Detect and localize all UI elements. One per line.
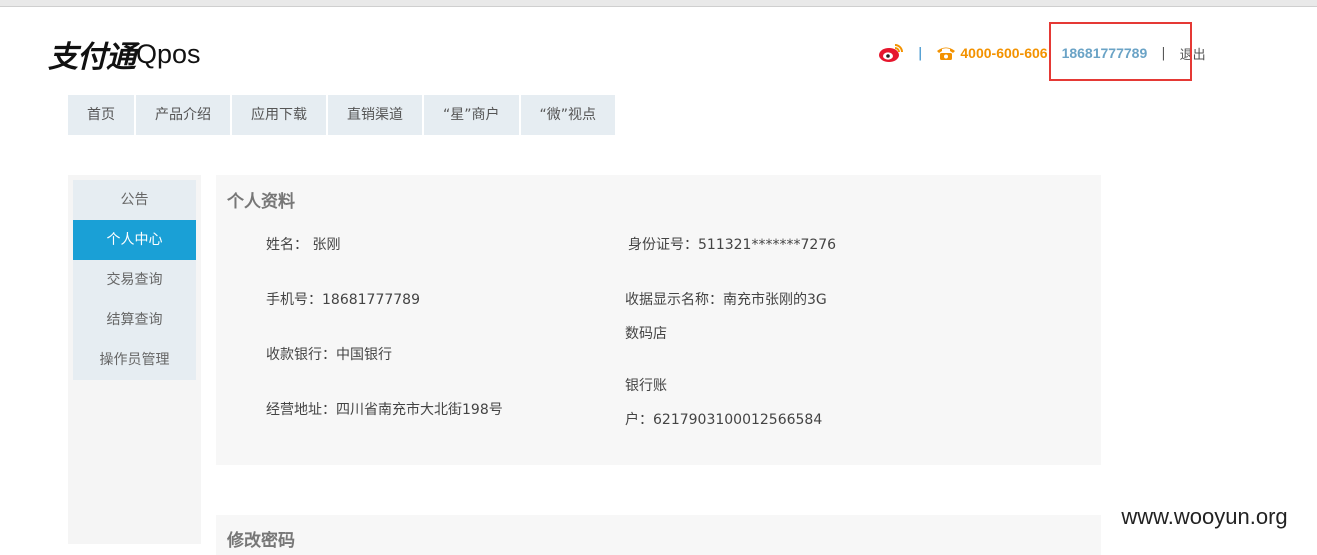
- password-title: 修改密码: [227, 531, 295, 551]
- nav-download[interactable]: 应用下载: [232, 95, 326, 135]
- profile-receipt-name: 收据显示名称：南充市张刚的3G: [625, 292, 827, 308]
- hotline-number: 4000-600-606: [960, 45, 1048, 61]
- highlight-box: [1049, 22, 1192, 81]
- logo-text-cn: 支付通: [48, 40, 136, 75]
- sidebar-menu: 公告 个人中心 交易查询 结算查询 操作员管理: [73, 180, 196, 380]
- sidebar-item-announcement[interactable]: 公告: [73, 180, 196, 220]
- nav-home[interactable]: 首页: [68, 95, 134, 135]
- browser-bookmarks-strip: [0, 0, 1317, 7]
- profile-receipt-name-cont: 数码店: [625, 326, 667, 342]
- logo[interactable]: 支付通 Qpos: [48, 34, 201, 76]
- separator: |: [918, 45, 923, 61]
- password-panel: 修改密码: [216, 515, 1101, 555]
- weibo-icon[interactable]: [878, 43, 904, 63]
- sidebar-item-transactions[interactable]: 交易查询: [73, 260, 196, 300]
- profile-panel: 个人资料 姓名： 张刚 身份证号：511321*******7276 手机号：1…: [216, 175, 1101, 465]
- sidebar-item-settlement[interactable]: 结算查询: [73, 300, 196, 340]
- nav-direct-sales[interactable]: 直销渠道: [328, 95, 422, 135]
- telephone-icon: [936, 46, 956, 60]
- nav-star-merchant[interactable]: “星”商户: [424, 95, 519, 135]
- sidebar-item-operators[interactable]: 操作员管理: [73, 340, 196, 380]
- nav-products[interactable]: 产品介绍: [136, 95, 230, 135]
- profile-account-cont: 户：6217903100012566584: [625, 412, 823, 428]
- watermark: www.wooyun.org: [1102, 500, 1307, 534]
- profile-title: 个人资料: [227, 192, 295, 212]
- profile-bank: 收款银行：中国银行: [266, 347, 392, 363]
- profile-address: 经营地址：四川省南充市大北街198号: [266, 402, 503, 418]
- profile-account: 银行账: [625, 378, 667, 394]
- sidebar-item-personal-center[interactable]: 个人中心: [73, 220, 196, 260]
- logo-text-en: Qpos: [136, 38, 201, 69]
- nav-micro-view[interactable]: “微”视点: [520, 95, 616, 135]
- main-nav: 首页 产品介绍 应用下载 直销渠道 “星”商户 “微”视点: [68, 95, 617, 135]
- profile-name: 姓名： 张刚: [266, 237, 341, 253]
- profile-id-card: 身份证号：511321*******7276: [628, 237, 837, 253]
- profile-mobile: 手机号：18681777789: [266, 292, 420, 308]
